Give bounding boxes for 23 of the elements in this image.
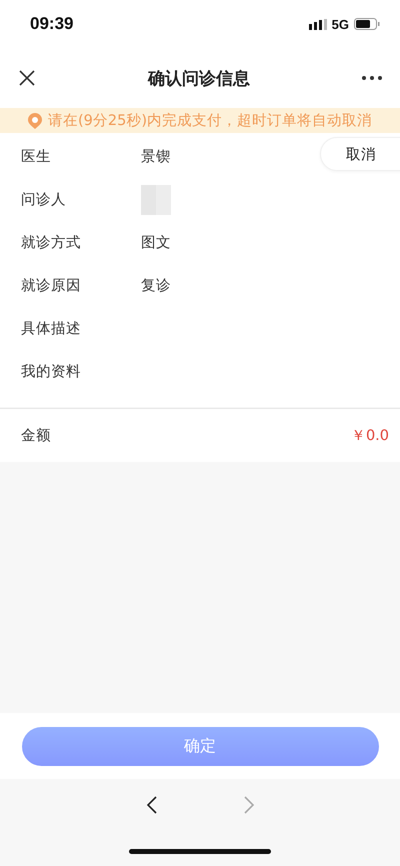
amount-label: 金额 bbox=[21, 426, 51, 445]
location-pin-icon bbox=[28, 112, 42, 128]
close-icon[interactable] bbox=[18, 69, 36, 87]
more-icon[interactable] bbox=[362, 76, 382, 80]
field-label: 具体描述 bbox=[21, 320, 82, 338]
blurred-block bbox=[141, 184, 171, 214]
field-value: 复诊 bbox=[141, 277, 171, 295]
field-label: 医生 bbox=[21, 148, 52, 166]
battery-icon bbox=[354, 18, 380, 30]
field-label: 就诊原因 bbox=[21, 277, 82, 295]
field-label: 我的资料 bbox=[21, 363, 82, 381]
field-label: 问诊人 bbox=[21, 191, 67, 209]
back-arrow-icon[interactable] bbox=[146, 795, 158, 815]
notice-text: 请在(9分25秒)内完成支付，超时订单将自动取消 bbox=[48, 112, 372, 130]
amount-value: ￥0.0 bbox=[350, 427, 389, 445]
network-label: 5G bbox=[332, 16, 349, 32]
status-time: 09:39 bbox=[30, 14, 74, 34]
page-title: 确认问诊信息 bbox=[148, 68, 250, 90]
field-label: 就诊方式 bbox=[21, 234, 82, 252]
signal-icon bbox=[308, 18, 327, 30]
field-value: 图文 bbox=[141, 234, 171, 252]
cancel-button[interactable]: 取消 bbox=[320, 137, 400, 171]
field-value: 景锲 bbox=[141, 148, 171, 166]
